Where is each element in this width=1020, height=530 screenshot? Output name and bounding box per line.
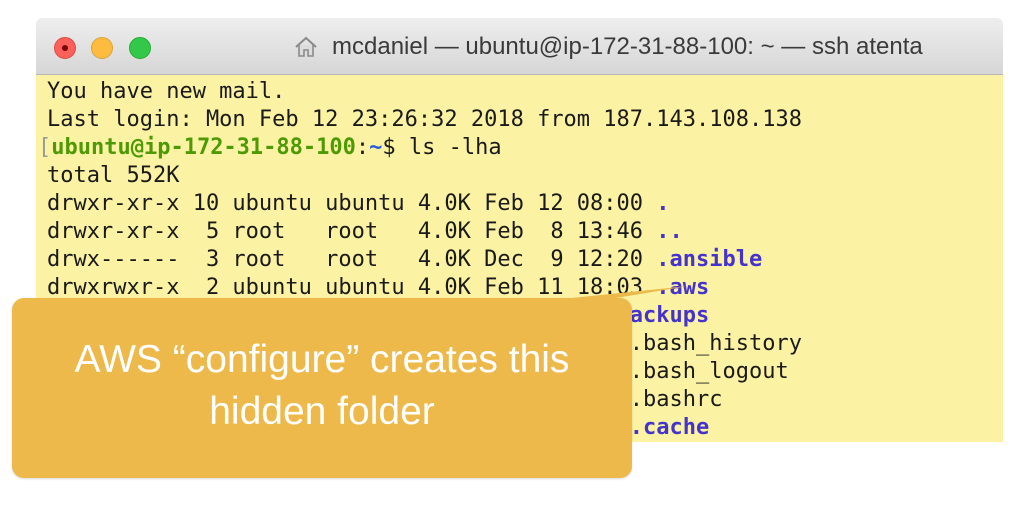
prompt-colon: :	[355, 135, 370, 160]
callout-line-1: AWS “configure” creates this	[74, 338, 570, 381]
listing-row-info: drwxrwxr-x 2 ubuntu ubuntu 4.0K Feb 11 1…	[47, 275, 657, 300]
minimize-button[interactable]	[91, 37, 113, 59]
window-title: mcdaniel — ubuntu@ip-172-31-88-100: ~ — …	[294, 33, 923, 61]
close-button[interactable]	[54, 37, 76, 59]
listing-row: drwx------ 3 root root 4.0K Dec 9 12:20 …	[47, 246, 1003, 274]
prompt-user-host: ubuntu@ip-172-31-88-100	[51, 135, 356, 160]
prompt-bracket: [	[38, 135, 52, 160]
annotation-callout: AWS “configure” creates this hidden fold…	[12, 286, 688, 478]
home-icon	[295, 36, 317, 57]
callout-text: AWS “configure” creates this hidden fold…	[12, 334, 632, 438]
prompt-symbol: $	[382, 135, 409, 160]
prompt-line: [ubuntu@ip-172-31-88-100:~$ ls -lha	[38, 134, 1003, 162]
last-login-line: Last login: Mon Feb 12 23:26:32 2018 fro…	[47, 107, 802, 132]
listing-row: drwxr-xr-x 10 ubuntu ubuntu 4.0K Feb 12 …	[47, 190, 1003, 218]
listing-row-info: drwxr-xr-x 5 root root 4.0K Feb 8 13:46	[47, 219, 657, 244]
total-line: total 552K	[47, 163, 180, 188]
window-title-text: mcdaniel — ubuntu@ip-172-31-88-100: ~ — …	[332, 33, 923, 60]
listing-row: drwxr-xr-x 5 root root 4.0K Feb 8 13:46 …	[47, 218, 1003, 246]
callout-line-2: hidden folder	[209, 390, 435, 433]
zoom-button[interactable]	[129, 37, 151, 59]
callout-pointer	[572, 286, 688, 298]
listing-row-info: drwx------ 3 root root 4.0K Dec 9 12:20	[47, 247, 657, 272]
listing-row-name: ..	[656, 219, 683, 244]
listing-row-name: .bash_logout	[629, 359, 789, 384]
prompt-path: ~	[369, 135, 383, 160]
listing-row-name: .bashrc	[629, 387, 723, 412]
listing-row-info: drwxr-xr-x 10 ubuntu ubuntu 4.0K Feb 12 …	[47, 191, 657, 216]
listing-row-name: .ansible	[656, 247, 763, 272]
listing-row-name: .aws	[656, 275, 710, 300]
title-bar[interactable]: mcdaniel — ubuntu@ip-172-31-88-100: ~ — …	[36, 18, 1003, 75]
command-text: ls -lha	[408, 135, 502, 160]
motd-line: You have new mail.	[47, 79, 286, 104]
listing-row-name: .	[656, 191, 670, 216]
listing-row-name: .cache	[629, 415, 710, 440]
